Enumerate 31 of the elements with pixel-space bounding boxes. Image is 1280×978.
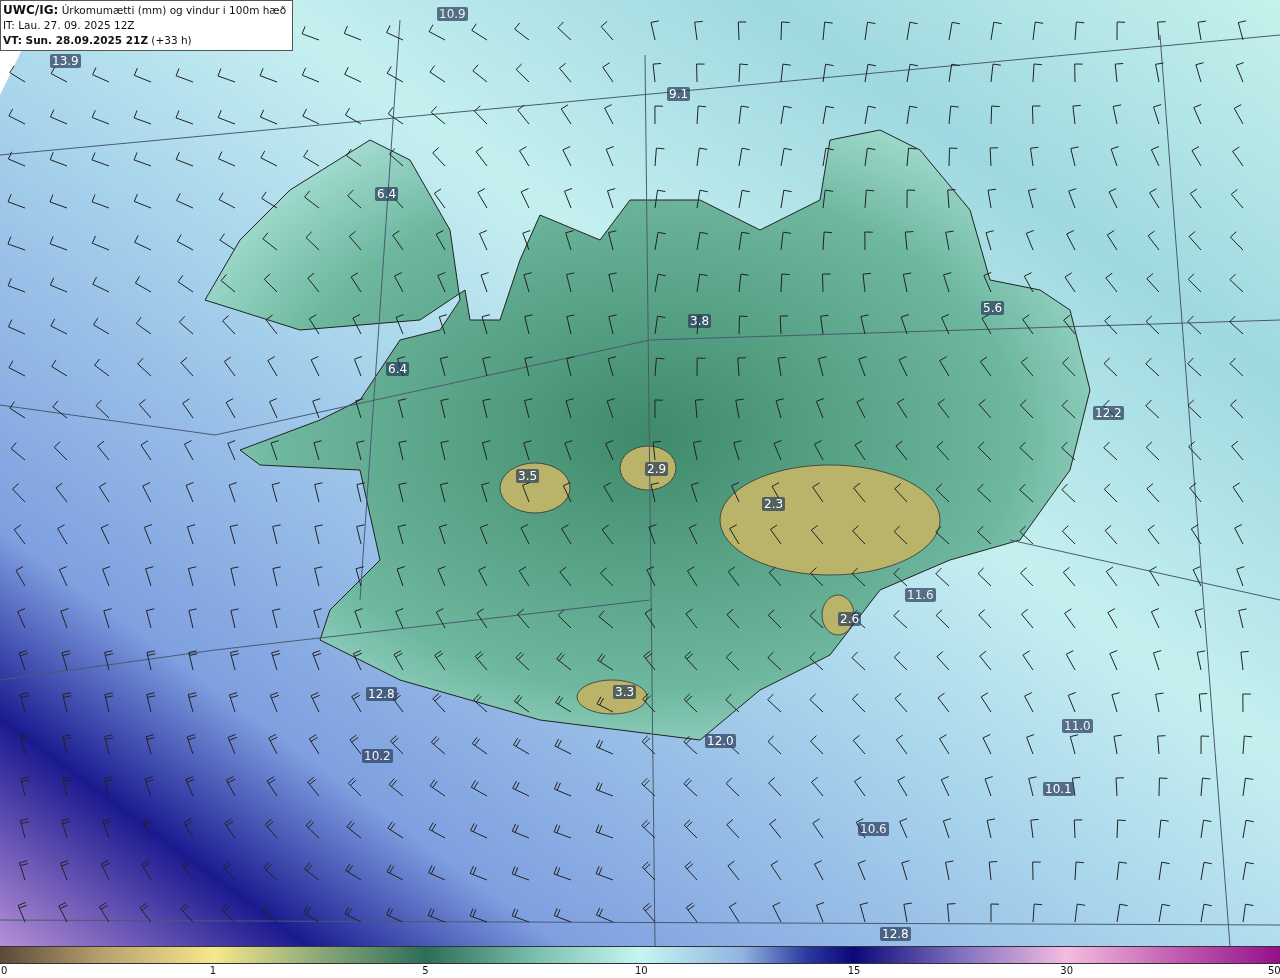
scale-tick-label: 0 [1,965,8,976]
value-label: 3.5 [516,469,540,483]
value-label: 12.0 [705,734,736,748]
value-label: 10.6 [858,822,889,836]
scale-tick-label: 50 [1268,965,1280,976]
scale-tick-label: 5 [422,965,429,976]
valid-time: VT: Sun. 28.09.2025 21Z (+33 h) [3,33,193,48]
value-label: 6.4 [386,362,410,376]
scale-tick-label: 30 [1060,965,1074,976]
value-label: 13.9 [50,54,81,68]
value-label: 5.6 [981,301,1005,315]
value-label: 11.6 [905,588,936,602]
scale-tick-label: 1 [209,965,217,976]
value-label: 10.2 [362,749,393,763]
value-label: 3.3 [613,685,637,699]
map-title: UWC/IG: Úrkomumætti (mm) og vindur i 100m hæð [3,3,287,18]
value-label: 12.8 [880,927,911,941]
value-label: 2.3 [762,497,786,511]
scale-tick-label: 15 [847,965,861,976]
value-label: 2.6 [838,612,862,626]
value-label: 12.8 [366,687,397,701]
value-label: 3.8 [688,314,712,328]
value-label: 6.4 [375,187,399,201]
value-label: 9.1 [667,87,691,101]
value-label: 11.0 [1062,719,1093,733]
issue-time: IT: Lau. 27. 09. 2025 12Z [3,18,136,33]
value-label: 12.2 [1093,406,1124,420]
value-label: 10.9 [437,7,468,21]
value-label: 2.9 [645,462,669,476]
scale-tick-label: 10 [635,965,648,976]
value-label: 10.1 [1043,782,1074,796]
